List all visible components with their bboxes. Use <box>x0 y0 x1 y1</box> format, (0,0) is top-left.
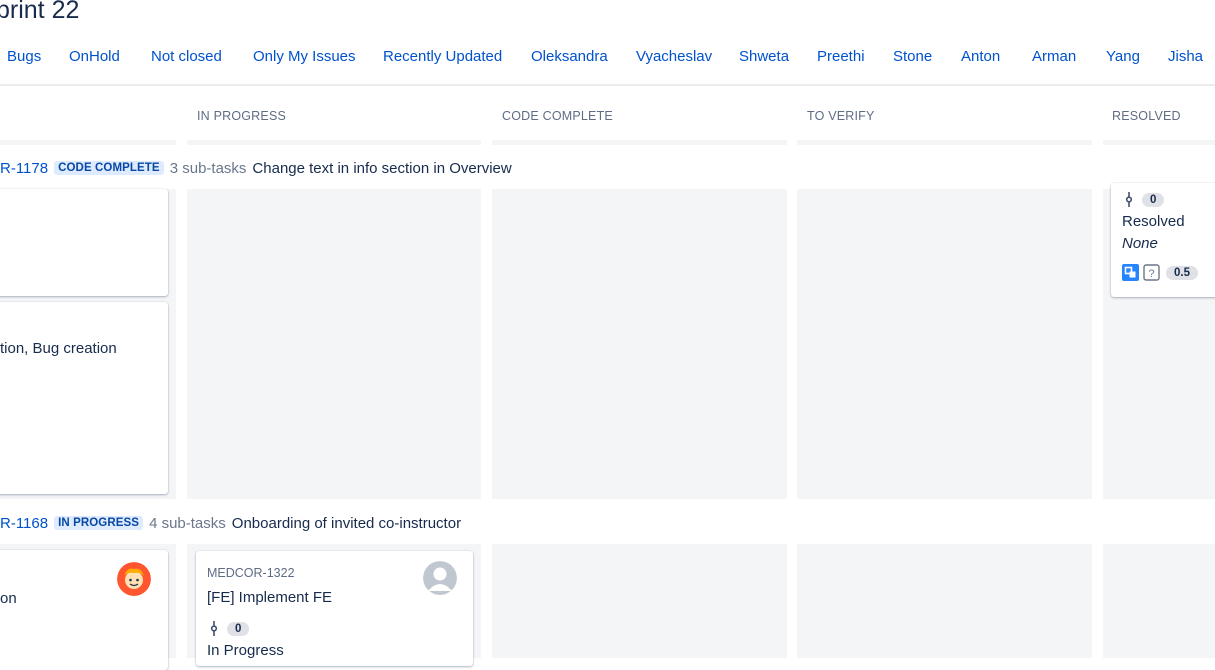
quick-filter-vyacheslav[interactable]: Vyacheslav <box>636 48 712 65</box>
quick-filter-recently-updated[interactable]: Recently Updated <box>383 48 502 65</box>
lane-cell-code-complete <box>492 189 787 499</box>
column-header-in-progress: IN PROGRESS <box>197 109 287 123</box>
header-divider <box>0 84 1215 86</box>
column-header-bar <box>187 140 481 145</box>
status-lozenge: IN PROGRESS <box>54 516 144 530</box>
quick-filter-only-my-issues[interactable]: Only My Issues <box>253 48 356 65</box>
lane-cell-to-verify <box>797 544 1092 658</box>
quick-filter-jisha[interactable]: Jisha <box>1168 48 1203 65</box>
status-lozenge: CODE COMPLETE <box>54 161 164 175</box>
swimlane-header[interactable]: R-1178 CODE COMPLETE 3 sub-tasks Change … <box>0 158 512 178</box>
pull-request-icon <box>209 621 219 636</box>
quick-filter-shweta[interactable]: Shweta <box>739 48 789 65</box>
card-summary: [FE] Implement FE <box>207 589 333 606</box>
pull-request-count: 0 <box>1142 192 1165 207</box>
card-assignee: None <box>1122 235 1158 252</box>
subtask-count: 3 sub-tasks <box>169 159 247 177</box>
quick-filter-oleksandra[interactable]: Oleksandra <box>531 48 608 65</box>
quick-filter-preethi[interactable]: Preethi <box>817 48 865 65</box>
quick-filter-yang[interactable]: Yang <box>1106 48 1140 65</box>
svg-text:?: ? <box>1148 268 1154 280</box>
quick-filter-bugs[interactable]: Bugs <box>7 48 41 65</box>
issue-card[interactable] <box>0 189 168 296</box>
card-summary: on <box>0 590 17 607</box>
avatar <box>423 561 457 595</box>
avatar <box>117 562 151 596</box>
column-header-to-verify: TO VERIFY <box>807 109 875 123</box>
issue-card[interactable]: tion, Bug creation <box>0 302 168 494</box>
pull-request-count: 0 <box>227 621 250 636</box>
issue-card[interactable]: 0 Resolved None ? 0.5 <box>1111 183 1215 297</box>
lane-cell-resolved <box>1103 544 1215 658</box>
card-issue-key[interactable]: MEDCOR-1322 <box>207 566 295 580</box>
issue-card[interactable]: MEDCOR-1322 [FE] Implement FE 0 In Progr… <box>196 551 473 666</box>
quick-filter-not-closed[interactable]: Not closed <box>151 48 222 65</box>
board-title: print 22 <box>0 0 80 24</box>
swimlane-summary: Onboarding of invited co-instructor <box>231 514 462 532</box>
card-status: In Progress <box>207 642 284 659</box>
swimlane-header[interactable]: R-1168 IN PROGRESS 4 sub-tasks Onboardin… <box>0 513 461 533</box>
column-header-bar <box>0 140 176 145</box>
card-summary: tion, Bug creation <box>0 340 117 357</box>
subtask-icon <box>1122 264 1139 281</box>
priority-icon: ? <box>1143 264 1160 281</box>
lane-cell-in-progress <box>187 189 481 499</box>
quick-filter-anton[interactable]: Anton <box>961 48 1000 65</box>
subtask-count: 4 sub-tasks <box>149 514 226 532</box>
column-header-code-complete: CODE COMPLETE <box>502 109 613 123</box>
quick-filter-onhold[interactable]: OnHold <box>69 48 120 65</box>
pull-request-icon <box>1124 192 1134 207</box>
estimate-badge: 0.5 <box>1166 265 1198 280</box>
quick-filter-stone[interactable]: Stone <box>893 48 932 65</box>
issue-card[interactable]: on <box>0 550 168 670</box>
swimlane-issue-key[interactable]: R-1168 <box>0 515 48 532</box>
quick-filter-arman[interactable]: Arman <box>1032 48 1076 65</box>
column-header-bar <box>797 140 1092 145</box>
card-status: Resolved <box>1122 213 1185 230</box>
column-header-bar <box>492 140 787 145</box>
lane-cell-to-verify <box>797 189 1092 499</box>
swimlane-summary: Change text in info section in Overview <box>252 159 512 177</box>
column-header-resolved: RESOLVED <box>1112 109 1181 123</box>
lane-cell-code-complete <box>492 544 787 658</box>
swimlane-issue-key[interactable]: R-1178 <box>0 160 48 177</box>
column-header-bar <box>1103 140 1215 145</box>
